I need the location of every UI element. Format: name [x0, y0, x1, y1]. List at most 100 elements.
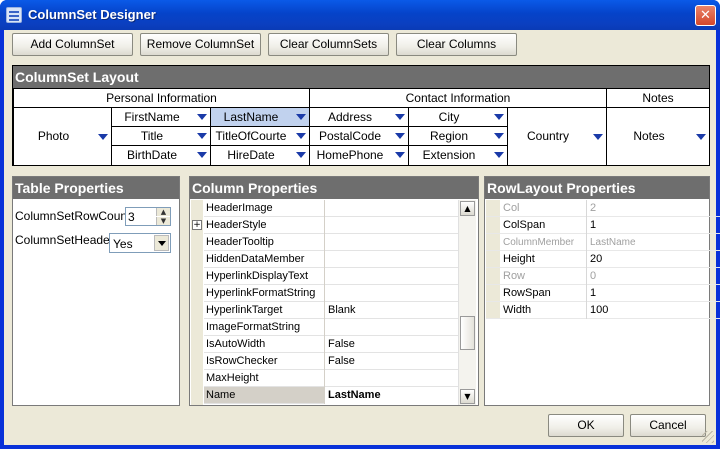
clear-columns-button[interactable]: Clear Columns: [396, 33, 517, 56]
stepper-down-icon[interactable]: ▼: [156, 217, 170, 225]
layout-cell-city[interactable]: City: [408, 107, 508, 127]
property-row[interactable]: HeaderImage: [204, 200, 474, 217]
rowlayout-property-value[interactable]: 20: [586, 251, 720, 268]
column-properties-scrollbar[interactable]: ▲ ▼: [458, 200, 476, 405]
triangle-down-icon[interactable]: [395, 152, 405, 158]
layout-cell-firstname[interactable]: FirstName: [111, 107, 211, 127]
layout-cell-postalcode[interactable]: PostalCode: [309, 126, 409, 146]
layout-cell-birthdate[interactable]: BirthDate: [111, 145, 211, 166]
property-value[interactable]: [324, 251, 474, 268]
columnset-header-select[interactable]: Yes: [109, 233, 171, 253]
scroll-up-icon[interactable]: ▲: [460, 201, 475, 216]
property-row[interactable]: HyperlinkTarget Blank: [204, 302, 474, 319]
triangle-down-icon[interactable]: [696, 134, 706, 140]
property-row[interactable]: Name LastName: [204, 387, 474, 404]
layout-cell-hiredate[interactable]: HireDate: [210, 145, 310, 166]
layout-cell-notes[interactable]: Notes: [606, 107, 710, 166]
rowlayout-property-value[interactable]: 100: [586, 302, 720, 319]
property-name: Name: [206, 389, 236, 401]
property-row[interactable]: IsRowChecker False: [204, 353, 474, 370]
property-value[interactable]: [324, 217, 474, 234]
property-name: HyperlinkTarget: [206, 304, 283, 316]
rowcount-stepper[interactable]: 3 ▲ ▼: [125, 207, 171, 226]
layout-cell-homephone[interactable]: HomePhone: [309, 145, 409, 166]
plus-box-icon[interactable]: +: [192, 220, 202, 230]
triangle-down-icon[interactable]: [296, 152, 306, 158]
clear-columnsets-button[interactable]: Clear ColumnSets: [268, 33, 389, 56]
property-row[interactable]: MaxHeight: [204, 370, 474, 387]
layout-cell-title[interactable]: Title: [111, 126, 211, 146]
triangle-down-icon[interactable]: [98, 134, 108, 140]
rowlayout-property-row[interactable]: RowSpan 1: [486, 285, 720, 302]
rowlayout-property-value[interactable]: 1: [586, 285, 720, 302]
stepper-up-icon[interactable]: ▲: [156, 208, 170, 216]
property-value[interactable]: [324, 268, 474, 285]
table-properties-title: Table Properties: [13, 177, 179, 199]
layout-cell-region[interactable]: Region: [408, 126, 508, 146]
close-button[interactable]: ✕: [695, 5, 716, 26]
property-value[interactable]: [324, 370, 474, 387]
property-value[interactable]: LastName: [324, 387, 474, 404]
property-name: IsRowChecker: [206, 355, 278, 367]
cancel-button[interactable]: Cancel: [630, 414, 706, 437]
triangle-down-icon[interactable]: [494, 152, 504, 158]
rowlayout-property-name: Width: [503, 304, 532, 316]
property-value[interactable]: Blank: [324, 302, 474, 319]
resize-grip-icon[interactable]: [702, 431, 714, 443]
ok-button[interactable]: OK: [548, 414, 624, 437]
property-value[interactable]: [324, 234, 474, 251]
property-value[interactable]: [324, 319, 474, 336]
triangle-down-icon[interactable]: [296, 133, 306, 139]
property-value[interactable]: [324, 200, 474, 217]
property-row[interactable]: HiddenDataMember: [204, 251, 474, 268]
rowlayout-property-row[interactable]: Height 20: [486, 251, 720, 268]
layout-cell-extension[interactable]: Extension: [408, 145, 508, 166]
layout-cell-lastname[interactable]: LastName: [210, 107, 310, 127]
triangle-down-icon[interactable]: [395, 114, 405, 120]
scroll-down-icon[interactable]: ▼: [460, 389, 475, 404]
group-notes[interactable]: Notes: [606, 88, 710, 108]
layout-cell-photo[interactable]: Photo: [13, 107, 112, 166]
layout-cell-address[interactable]: Address: [309, 107, 409, 127]
dropdown-button[interactable]: [154, 235, 169, 251]
rowlayout-property-value[interactable]: 1: [586, 217, 720, 234]
title-bar[interactable]: ColumnSet Designer ✕: [0, 0, 720, 30]
rowlayout-properties-title: RowLayout Properties: [485, 177, 709, 199]
triangle-down-icon[interactable]: [197, 114, 207, 120]
layout-cell-country[interactable]: Country: [507, 107, 607, 166]
property-row[interactable]: ImageFormatString: [204, 319, 474, 336]
property-row[interactable]: HeaderTooltip: [204, 234, 474, 251]
property-row[interactable]: HyperlinkDisplayText: [204, 268, 474, 285]
property-row[interactable]: IsAutoWidth False: [204, 336, 474, 353]
remove-columnset-button[interactable]: Remove ColumnSet: [140, 33, 261, 56]
rowlayout-property-value: LastName: [586, 234, 720, 251]
triangle-down-icon[interactable]: [593, 134, 603, 140]
columnset-header-label: ColumnSetHeader: [15, 233, 114, 247]
add-columnset-button[interactable]: Add ColumnSet: [12, 33, 133, 56]
group-personal-information[interactable]: Personal Information: [13, 88, 310, 108]
triangle-down-icon[interactable]: [494, 114, 504, 120]
property-value[interactable]: [324, 285, 474, 302]
property-value[interactable]: False: [324, 353, 474, 370]
property-name: MaxHeight: [206, 372, 259, 384]
scroll-thumb[interactable]: [460, 316, 475, 350]
property-value[interactable]: False: [324, 336, 474, 353]
column-properties-title: Column Properties: [190, 177, 478, 199]
rowlayout-property-row[interactable]: ColSpan 1: [486, 217, 720, 234]
property-row[interactable]: HyperlinkFormatString: [204, 285, 474, 302]
columnset-layout-panel: ColumnSet Layout Personal Information Co…: [12, 65, 710, 166]
triangle-down-icon[interactable]: [494, 133, 504, 139]
property-name: HeaderTooltip: [206, 236, 274, 248]
layout-cell-titleofcourtesy[interactable]: TitleOfCourte: [210, 126, 310, 146]
triangle-down-icon[interactable]: [395, 133, 405, 139]
columnset-layout-title: ColumnSet Layout: [13, 66, 709, 88]
triangle-down-icon[interactable]: [296, 114, 306, 120]
dialog-window: ColumnSet Designer ✕ Add ColumnSet Remov…: [0, 0, 720, 449]
group-contact-information[interactable]: Contact Information: [309, 88, 607, 108]
rowlayout-properties-panel: RowLayout Properties Col 2 ColSpan 1 ColumnM…: [484, 176, 720, 406]
property-row[interactable]: HeaderStyle: [204, 217, 474, 234]
triangle-down-icon[interactable]: [197, 133, 207, 139]
property-name: HeaderImage: [206, 202, 273, 214]
rowlayout-property-row[interactable]: Width 100: [486, 302, 720, 319]
triangle-down-icon[interactable]: [197, 152, 207, 158]
